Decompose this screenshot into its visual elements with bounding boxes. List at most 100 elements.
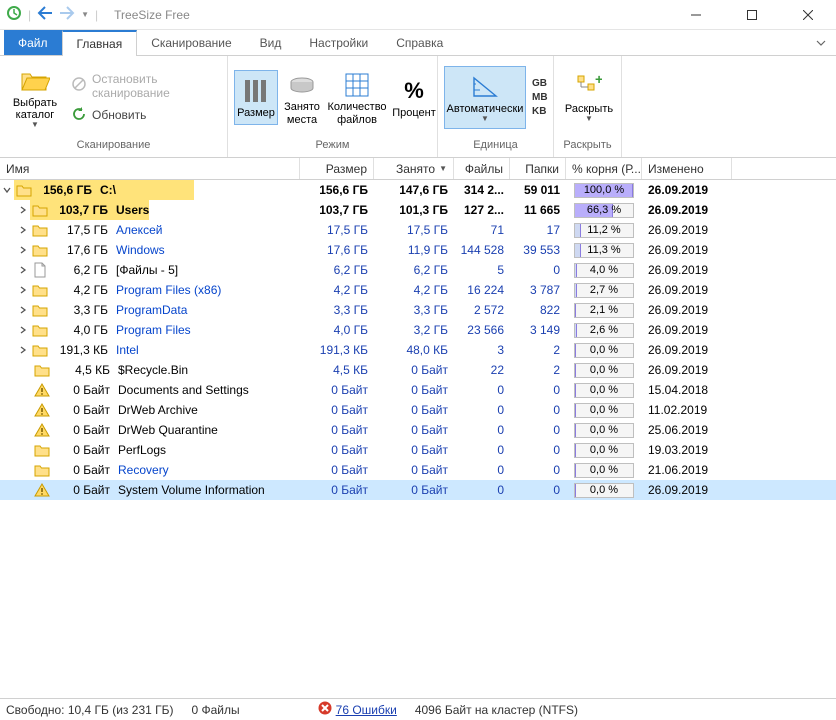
table-row[interactable]: 4,2 ГБProgram Files (x86)4,2 ГБ4,2 ГБ16 …	[0, 280, 836, 300]
chevron-right-icon[interactable]	[16, 343, 30, 357]
chevron-right-icon[interactable]	[16, 323, 30, 337]
chevron-right-icon[interactable]	[16, 263, 30, 277]
col-files[interactable]: Файлы	[454, 158, 510, 179]
stop-scan-button[interactable]: Остановить сканирование	[68, 70, 221, 102]
row-allocated: 4,2 ГБ	[374, 283, 454, 297]
row-size-in-name: 0 Байт	[54, 443, 116, 457]
nav-back-icon[interactable]	[37, 6, 53, 23]
row-size: 4,0 ГБ	[300, 323, 374, 337]
col-percent[interactable]: % корня (Р...	[566, 158, 642, 179]
status-errors-link[interactable]: 76 Ошибки	[318, 701, 397, 718]
table-row[interactable]: 4,5 КБ$Recycle.Bin4,5 КБ0 Байт2220,0 %26…	[0, 360, 836, 380]
row-modified: 26.09.2019	[642, 363, 732, 377]
tab-home[interactable]: Главная	[62, 30, 138, 56]
row-files: 0	[454, 443, 510, 457]
row-percent: 66,3 %	[566, 203, 642, 218]
statusbar: Свободно: 10,4 ГБ (из 231 ГБ) 0 Файлы 76…	[0, 698, 836, 720]
table-row[interactable]: 0 БайтSystem Volume Information0 Байт0 Б…	[0, 480, 836, 500]
mode-count-button[interactable]: Количество файлов	[326, 65, 388, 129]
table-row[interactable]: 4,0 ГБProgram Files4,0 ГБ3,2 ГБ23 5663 1…	[0, 320, 836, 340]
row-percent: 11,3 %	[566, 243, 642, 258]
tab-scanning[interactable]: Сканирование	[137, 30, 245, 55]
name-cell[interactable]: 0 БайтDrWeb Quarantine	[0, 420, 300, 440]
col-allocated[interactable]: Занято▼	[374, 158, 454, 179]
row-allocated: 0 Байт	[374, 443, 454, 457]
chevron-right-icon[interactable]	[16, 203, 30, 217]
name-cell[interactable]: 4,5 КБ$Recycle.Bin	[0, 360, 300, 380]
chevron-right-icon[interactable]	[16, 243, 30, 257]
row-modified: 21.06.2019	[642, 463, 732, 477]
col-name[interactable]: Имя	[0, 158, 300, 179]
name-cell[interactable]: 3,3 ГБProgramData	[0, 300, 300, 320]
row-percent: 0,0 %	[566, 483, 642, 498]
name-cell[interactable]: 4,2 ГБProgram Files (x86)	[0, 280, 300, 300]
tab-view[interactable]: Вид	[246, 30, 296, 55]
maximize-button[interactable]	[730, 1, 774, 29]
chevron-right-icon[interactable]	[16, 303, 30, 317]
row-allocated: 0 Байт	[374, 383, 454, 397]
row-modified: 11.02.2019	[642, 403, 732, 417]
row-name: Windows	[114, 243, 165, 257]
row-size-in-name: 0 Байт	[54, 423, 116, 437]
row-modified: 25.06.2019	[642, 423, 732, 437]
table-row[interactable]: 0 БайтDrWeb Archive0 Байт0 Байт000,0 %11…	[0, 400, 836, 420]
chevron-right-icon[interactable]	[16, 283, 30, 297]
table-row[interactable]: 103,7 ГБUsers103,7 ГБ101,3 ГБ127 2...11 …	[0, 200, 836, 220]
unit-kb-button[interactable]: KB	[530, 105, 550, 119]
unit-gb-button[interactable]: GB	[530, 77, 550, 91]
table-row[interactable]: 156,6 ГБC:\156,6 ГБ147,6 ГБ314 2...59 01…	[0, 180, 836, 200]
name-cell[interactable]: 6,2 ГБ[Файлы - 5]	[0, 260, 300, 280]
table-row[interactable]: 0 БайтDocuments and Settings0 Байт0 Байт…	[0, 380, 836, 400]
folder-icon	[34, 462, 50, 478]
name-cell[interactable]: 0 БайтDocuments and Settings	[0, 380, 300, 400]
nav-forward-icon[interactable]	[59, 6, 75, 23]
dropdown-icon[interactable]: ▼	[81, 10, 89, 19]
row-folders: 0	[510, 463, 566, 477]
col-modified[interactable]: Изменено	[642, 158, 732, 179]
row-size: 191,3 КБ	[300, 343, 374, 357]
table-row[interactable]: 6,2 ГБ[Файлы - 5]6,2 ГБ6,2 ГБ504,0 %26.0…	[0, 260, 836, 280]
mode-size-button[interactable]: Размер	[234, 70, 278, 124]
name-cell[interactable]: 17,6 ГБWindows	[0, 240, 300, 260]
name-cell[interactable]: 0 БайтSystem Volume Information	[0, 480, 300, 500]
name-cell[interactable]: 191,3 КБIntel	[0, 340, 300, 360]
row-allocated: 0 Байт	[374, 363, 454, 377]
tab-file[interactable]: Файл	[4, 30, 62, 55]
grid-icon	[345, 69, 369, 101]
select-catalog-button[interactable]: Выбрать каталог ▼	[6, 61, 64, 134]
grid-body[interactable]: 156,6 ГБC:\156,6 ГБ147,6 ГБ314 2...59 01…	[0, 180, 836, 698]
tab-help[interactable]: Справка	[382, 30, 457, 55]
tab-settings[interactable]: Настройки	[295, 30, 382, 55]
name-cell[interactable]: 103,7 ГБUsers	[0, 200, 300, 220]
table-row[interactable]: 0 БайтPerfLogs0 Байт0 Байт000,0 %19.03.2…	[0, 440, 836, 460]
row-files: 5	[454, 263, 510, 277]
table-row[interactable]: 3,3 ГБProgramData3,3 ГБ3,3 ГБ2 5728222,1…	[0, 300, 836, 320]
expand-button[interactable]: + Раскрыть ▼	[560, 67, 618, 128]
ribbon-collapse-icon[interactable]	[806, 30, 836, 55]
col-folders[interactable]: Папки	[510, 158, 566, 179]
table-row[interactable]: 0 БайтRecovery0 Байт0 Байт000,0 %21.06.2…	[0, 460, 836, 480]
name-cell[interactable]: 0 БайтPerfLogs	[0, 440, 300, 460]
name-cell[interactable]: 0 БайтDrWeb Archive	[0, 400, 300, 420]
table-row[interactable]: 191,3 КБIntel191,3 КБ48,0 КБ320,0 %26.09…	[0, 340, 836, 360]
mode-allocated-button[interactable]: Занято места	[280, 65, 324, 129]
row-files: 0	[454, 403, 510, 417]
refresh-button[interactable]: Обновить	[68, 105, 221, 126]
table-row[interactable]: 0 БайтDrWeb Quarantine0 Байт0 Байт000,0 …	[0, 420, 836, 440]
minimize-button[interactable]	[674, 1, 718, 29]
row-files: 0	[454, 383, 510, 397]
name-cell[interactable]: 0 БайтRecovery	[0, 460, 300, 480]
chevron-down-icon[interactable]	[0, 183, 14, 197]
unit-mb-button[interactable]: MB	[530, 91, 550, 105]
table-row[interactable]: 17,6 ГБWindows17,6 ГБ11,9 ГБ144 52839 55…	[0, 240, 836, 260]
col-size[interactable]: Размер	[300, 158, 374, 179]
unit-auto-button[interactable]: Автоматически ▼	[444, 66, 526, 129]
row-percent: 0,0 %	[566, 343, 642, 358]
chevron-right-icon[interactable]	[16, 223, 30, 237]
name-cell[interactable]: 156,6 ГБC:\	[0, 180, 300, 200]
close-button[interactable]	[786, 1, 830, 29]
name-cell[interactable]: 4,0 ГБProgram Files	[0, 320, 300, 340]
name-cell[interactable]: 17,5 ГБАлексей	[0, 220, 300, 240]
table-row[interactable]: 17,5 ГБАлексей17,5 ГБ17,5 ГБ711711,2 %26…	[0, 220, 836, 240]
mode-percent-button[interactable]: % Процент	[390, 71, 438, 123]
